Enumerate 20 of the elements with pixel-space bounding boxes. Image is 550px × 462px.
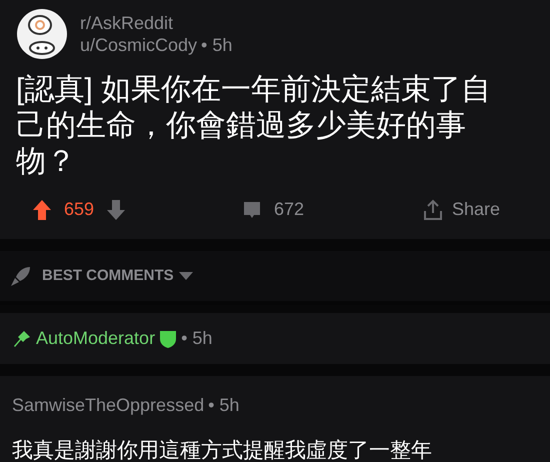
- shield-icon: [159, 328, 178, 348]
- downvote-icon[interactable]: [106, 198, 126, 220]
- post-age: • 5h: [201, 34, 232, 56]
- comment-icon[interactable]: [242, 200, 262, 220]
- author-name[interactable]: u/CosmicCody: [80, 34, 198, 56]
- caret-icon: [178, 271, 194, 281]
- comment-count: 672: [274, 198, 304, 221]
- post-title: [認真] 如果你在一年前決定結束了自己的生命，你會錯過多少美好的事物？: [16, 72, 492, 180]
- comment-author[interactable]: SamwiseTheOppressed: [12, 392, 204, 419]
- sort-dropdown[interactable]: BEST COMMENTS: [42, 264, 194, 288]
- upvote-icon[interactable]: [32, 198, 52, 220]
- avatar-icon: [16, 8, 68, 60]
- share-button[interactable]: Share: [422, 196, 500, 223]
- comment-age: • 5h: [208, 394, 240, 417]
- vote-score: 659: [64, 198, 94, 221]
- share-icon: [422, 198, 444, 220]
- subreddit-name[interactable]: r/AskReddit: [80, 12, 232, 34]
- comment-age: • 5h: [181, 327, 212, 350]
- comment-text: 我真是謝謝你用這種方式提醒我虛度了一整年: [12, 438, 433, 462]
- comment-author[interactable]: AutoModerator: [36, 325, 156, 352]
